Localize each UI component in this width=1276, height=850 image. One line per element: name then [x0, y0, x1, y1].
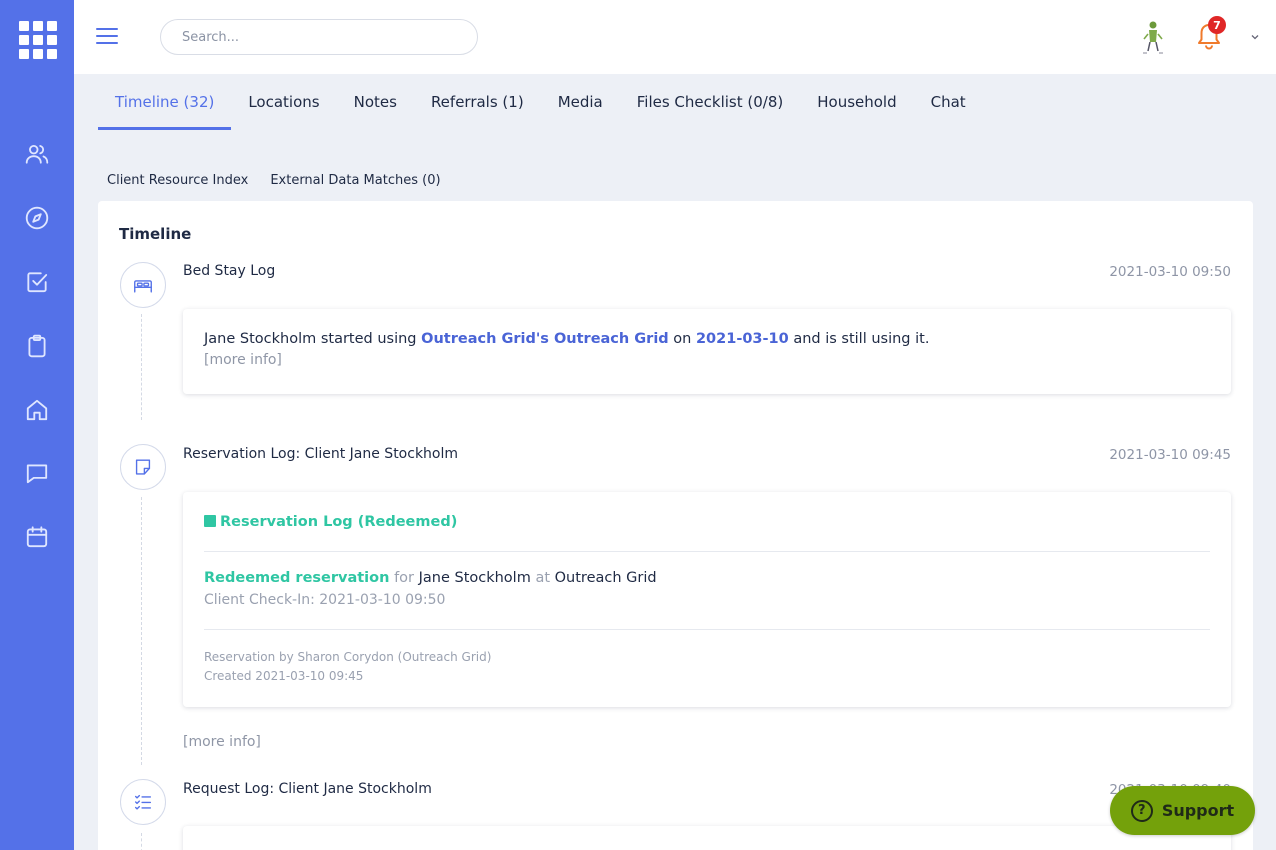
calendar-icon[interactable]	[23, 523, 51, 551]
at-word: at	[535, 570, 551, 586]
entry-timestamp: 2021-03-10 09:50	[1109, 264, 1231, 280]
timeline-connector	[141, 314, 142, 420]
sub-tab-bar: Client Resource Index External Data Matc…	[107, 173, 441, 188]
help-icon: ?	[1130, 799, 1153, 822]
clipboard-icon[interactable]	[23, 332, 51, 360]
apps-grid-icon[interactable]	[19, 21, 57, 59]
tab-files-checklist[interactable]: Files Checklist (0/8)	[620, 74, 800, 130]
divider	[204, 551, 1210, 552]
reservation-summary: Redeemed reservation for Jane Stockholm …	[204, 570, 657, 586]
bed-stay-prefix: Jane Stockholm started using	[204, 331, 422, 347]
sidebar	[0, 0, 74, 850]
notification-count-badge: 7	[1208, 16, 1226, 34]
location-link[interactable]: Outreach Grid's Outreach Grid	[421, 331, 669, 347]
timeline-connector	[141, 497, 142, 765]
home-icon[interactable]	[23, 396, 51, 424]
users-icon[interactable]	[23, 140, 51, 168]
tab-chat[interactable]: Chat	[914, 74, 983, 130]
bed-stay-text: Jane Stockholm started using Outreach Gr…	[204, 331, 929, 347]
place-name: Outreach Grid	[554, 570, 657, 586]
entry-title: Request Log: Client Jane Stockholm	[183, 781, 432, 797]
entry-title: Bed Stay Log	[183, 263, 276, 279]
for-word: for	[394, 570, 414, 586]
compass-icon[interactable]	[23, 204, 51, 232]
support-button[interactable]: ? Support	[1110, 786, 1255, 835]
entry-body: Reservation Log (Redeemed) Redeemed rese…	[183, 492, 1231, 707]
entry-title: Reservation Log: Client Jane Stockholm	[183, 446, 459, 462]
tab-notes[interactable]: Notes	[337, 74, 414, 130]
avatar[interactable]	[1138, 20, 1168, 56]
note-icon	[120, 444, 166, 490]
bed-icon	[120, 262, 166, 308]
reserved-by: Reservation by Sharon Corydon (Outreach …	[204, 650, 492, 664]
bed-stay-suffix: and is still using it.	[788, 331, 930, 347]
timeline-title: Timeline	[119, 225, 192, 243]
tab-household[interactable]: Household	[800, 74, 913, 130]
entry-body	[183, 826, 1231, 850]
chevron-down-icon[interactable]	[1250, 33, 1260, 41]
reservation-heading-text: Reservation Log (Redeemed)	[220, 514, 458, 530]
tab-locations[interactable]: Locations	[231, 74, 336, 130]
hamburger-menu-icon[interactable]	[96, 28, 118, 45]
checkbox-icon[interactable]	[23, 268, 51, 296]
checklist-icon	[120, 779, 166, 825]
client-name: Jane Stockholm	[418, 570, 531, 586]
tab-referrals[interactable]: Referrals (1)	[414, 74, 541, 130]
top-bar: 7	[74, 0, 1276, 74]
reservation-heading: Reservation Log (Redeemed)	[204, 514, 457, 530]
reservation-status: Redeemed reservation	[204, 570, 390, 586]
timeline-card: Timeline Bed Stay Log 2021-03-10 09:50 J…	[98, 201, 1253, 850]
chat-icon[interactable]	[23, 459, 51, 487]
tab-bar: Timeline (32) Locations Notes Referrals …	[98, 74, 983, 130]
note-icon	[204, 515, 216, 527]
entry-body: Jane Stockholm started using Outreach Gr…	[183, 309, 1231, 394]
timeline-connector	[141, 833, 142, 850]
entry-timestamp: 2021-03-10 09:45	[1109, 447, 1231, 463]
divider	[204, 629, 1210, 630]
more-info-link[interactable]: [more info]	[204, 352, 282, 368]
subtab-client-resource-index[interactable]: Client Resource Index	[107, 173, 248, 188]
tab-media[interactable]: Media	[541, 74, 620, 130]
checkin-time: Client Check-In: 2021-03-10 09:50	[204, 592, 446, 608]
tab-timeline[interactable]: Timeline (32)	[98, 74, 232, 130]
search-input[interactable]	[160, 19, 478, 55]
created-time: Created 2021-03-10 09:45	[204, 669, 364, 683]
more-info-link[interactable]: [more info]	[183, 734, 261, 750]
date-link[interactable]: 2021-03-10	[696, 331, 789, 347]
bed-stay-mid: on	[668, 331, 696, 347]
support-label: Support	[1161, 801, 1235, 820]
subtab-external-data-matches[interactable]: External Data Matches (0)	[270, 173, 440, 188]
